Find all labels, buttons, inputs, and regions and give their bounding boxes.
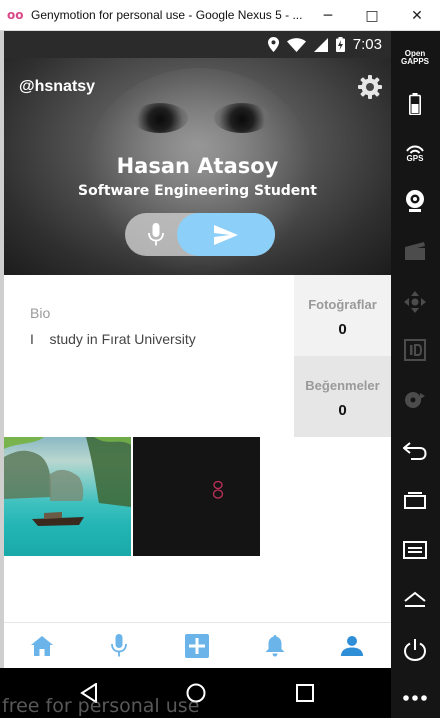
maximize-button[interactable]: □ xyxy=(350,0,394,31)
gps-label: GPS xyxy=(406,153,424,163)
nav-mic-icon[interactable] xyxy=(106,633,132,659)
battery-icon[interactable] xyxy=(398,87,432,121)
gps-button[interactable]: GPS xyxy=(398,135,432,169)
emulator-window: oo Genymotion for personal use - Google … xyxy=(0,0,440,718)
profile-name: Hasan Atasoy xyxy=(116,154,279,178)
media-icon[interactable] xyxy=(398,383,432,417)
photos-label: Fotoğraflar xyxy=(308,297,377,312)
wifi-icon xyxy=(286,37,306,52)
bio-label: Bio xyxy=(30,305,51,321)
photo-thumbnail-dark[interactable] xyxy=(133,437,260,556)
capture-icon[interactable] xyxy=(398,234,432,268)
minimize-button[interactable]: ─ xyxy=(306,0,350,31)
likes-label: Beğenmeler xyxy=(305,378,380,393)
bio-text: I study in Fırat University xyxy=(30,331,196,347)
status-time: 7:03 xyxy=(352,36,382,53)
genymotion-toolbar: Open GAPPS GPS xyxy=(391,31,440,718)
voice-message-toggle[interactable] xyxy=(125,213,275,256)
battery-charging-icon xyxy=(335,37,345,52)
gps-signal-icon xyxy=(406,145,424,154)
location-icon xyxy=(267,37,279,52)
window-titlebar: oo Genymotion for personal use - Google … xyxy=(0,0,440,31)
window-title: Genymotion for personal use - Google Nex… xyxy=(31,8,303,22)
add-post-icon[interactable] xyxy=(184,633,210,659)
home-outline-icon[interactable] xyxy=(398,583,432,617)
bio-section: Bio I study in Fırat University xyxy=(4,275,294,437)
webcam-icon[interactable] xyxy=(398,184,432,218)
signal-icon xyxy=(313,37,328,52)
photo-thumbnail-lagoon[interactable] xyxy=(4,437,131,556)
close-button[interactable]: ✕ xyxy=(395,0,439,31)
mic-icon[interactable] xyxy=(147,223,165,247)
device-id-icon[interactable] xyxy=(398,333,432,367)
profile-icon[interactable] xyxy=(339,633,365,659)
send-button[interactable] xyxy=(177,213,275,256)
more-options-icon[interactable] xyxy=(398,681,432,715)
photos-count: 0 xyxy=(338,321,347,338)
profile-header: @hsnatsy Hasan Atasoy Software Engineeri… xyxy=(4,58,391,275)
likes-count-card[interactable]: Beğenmeler 0 xyxy=(294,356,391,437)
back-arrow-icon[interactable] xyxy=(398,434,432,468)
profile-subtitle: Software Engineering Student xyxy=(78,183,317,199)
bottom-navigation xyxy=(4,622,391,668)
cover-photo-eye-left xyxy=(132,103,188,133)
settings-gear-icon[interactable] xyxy=(355,72,385,102)
cover-photo-eye-right xyxy=(214,103,270,133)
genymotion-logo-icon: oo xyxy=(7,8,24,22)
dpad-icon[interactable] xyxy=(398,285,432,319)
android-status-bar: 7:03 xyxy=(4,31,391,58)
likes-count: 0 xyxy=(338,402,347,419)
username-handle: @hsnatsy xyxy=(19,78,96,95)
recents-square-icon[interactable] xyxy=(296,684,314,706)
personal-use-watermark: free for personal use xyxy=(2,695,200,717)
open-gapps-button[interactable]: Open GAPPS xyxy=(398,41,432,75)
menu-icon[interactable] xyxy=(398,533,432,567)
power-icon[interactable] xyxy=(398,633,432,667)
photos-count-card[interactable]: Fotoğraflar 0 xyxy=(294,275,391,356)
send-icon xyxy=(214,224,238,245)
home-icon[interactable] xyxy=(29,633,55,659)
recent-apps-icon[interactable] xyxy=(398,483,432,517)
notifications-bell-icon[interactable] xyxy=(262,633,288,659)
